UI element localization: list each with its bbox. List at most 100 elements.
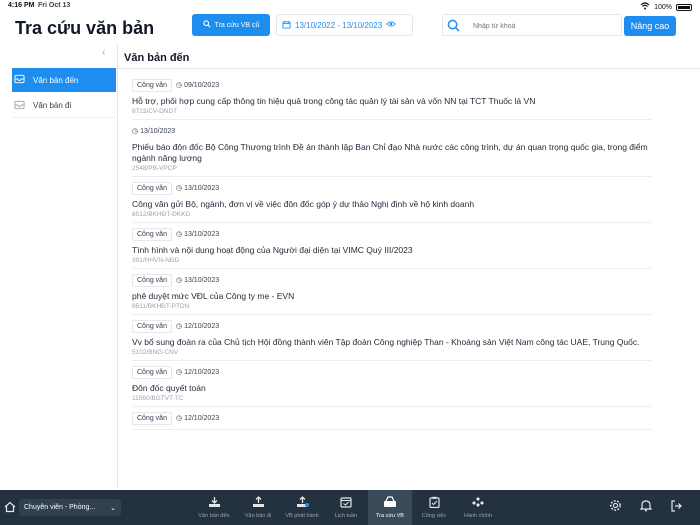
doc-type-badge: Công văn <box>132 181 172 195</box>
doc-date-value: 13/10/2023 <box>184 184 220 192</box>
main-content: Văn bản đến Công văn ◷ 09/10/2023 Hỗ trợ… <box>118 44 700 488</box>
publish-icon <box>296 496 309 510</box>
doc-code: 8511/BKHĐT-PTDN <box>132 303 190 310</box>
tab-label: Lịch tuần <box>334 513 358 519</box>
tab-administration[interactable]: Hành chính <box>456 490 500 525</box>
advanced-search-button[interactable]: Nâng cao <box>624 16 676 36</box>
tab-search-documents[interactable]: Tra cứu VB <box>368 490 412 525</box>
search-box[interactable] <box>442 14 622 36</box>
battery-percent: 100% <box>654 3 672 11</box>
tab-label: Công việc <box>421 513 447 519</box>
list-item[interactable]: Công văn ◷ 12/10/2023 Đôn đốc quyết toán… <box>132 365 652 407</box>
home-icon[interactable] <box>4 500 16 518</box>
section-title: Văn bản đến <box>124 52 190 64</box>
tab-label: VB phát hành <box>285 513 319 519</box>
doc-title: Vv bổ sung đoàn ra của Chủ tịch Hội đồng… <box>132 337 640 347</box>
old-search-button[interactable]: Tra cứu VB cũ <box>192 14 270 36</box>
tab-label: Văn bản đi <box>244 513 272 519</box>
tab-tasks[interactable]: Công việc <box>412 490 456 525</box>
doc-title: Phiếu báo đôn đốc Bộ Công Thương trình Đ… <box>132 142 648 163</box>
clock-icon: ◷ <box>175 415 183 422</box>
list-item[interactable]: Công văn ◷ 12/10/2023 <box>132 411 652 430</box>
doc-title: phê duyệt mức VĐL của Công ty mẹ - EVN <box>132 291 295 301</box>
clock-icon: ◷ <box>175 369 183 376</box>
clock-icon: ◷ <box>175 231 183 238</box>
doc-type-badge: Công văn <box>132 227 172 241</box>
clock-icon: ◷ <box>175 185 183 192</box>
tab-published[interactable]: VB phát hành <box>280 490 324 525</box>
tab-outgoing[interactable]: Văn bản đi <box>236 490 280 525</box>
page-title: Tra cứu văn bản <box>15 18 155 38</box>
doc-date: ◷ 12/10/2023 <box>175 322 219 331</box>
collapse-chevron-icon[interactable]: ‹ <box>102 47 105 58</box>
outbox-tray-icon <box>252 496 265 510</box>
logout-icon[interactable] <box>670 499 682 517</box>
tab-weekly-calendar[interactable]: Lịch tuần <box>324 490 368 525</box>
list-item[interactable]: Công văn ◷ 13/10/2023 phê duyệt mức VĐL … <box>132 273 652 315</box>
sidebar-item-outgoing[interactable]: Văn bản đi <box>12 94 116 118</box>
list-item[interactable]: Công văn ◷ 13/10/2023 Tình hình và nội d… <box>132 227 652 269</box>
calendar-icon <box>340 496 352 510</box>
gear-icon[interactable] <box>609 499 622 517</box>
list-item[interactable]: Công văn ◷ 13/10/2023 Công văn gửi Bộ, n… <box>132 181 652 223</box>
old-search-label: Tra cứu VB cũ <box>214 21 260 29</box>
clock-icon: ◷ <box>175 323 183 330</box>
doc-title: Đôn đốc quyết toán <box>132 383 206 393</box>
sidebar: ‹ Văn bản đến Văn bản đi <box>0 44 118 488</box>
status-right: 100% <box>640 2 692 12</box>
bottom-bar: Chuyên viên - Phòng... ⌄ Văn bản đến Văn… <box>0 490 700 525</box>
sidebar-item-label: Văn bản đến <box>33 75 79 85</box>
doc-date: ◷ 13/10/2023 <box>175 276 220 285</box>
doc-type-badge: Công văn <box>132 319 172 333</box>
doc-type-badge: Công văn <box>132 411 172 425</box>
list-item[interactable]: Công văn ◷ 12/10/2023 Vv bổ sung đoàn ra… <box>132 319 652 361</box>
tab-label: Tra cứu VB <box>376 513 404 519</box>
sidebar-item-label: Văn bản đi <box>33 101 72 110</box>
tab-incoming[interactable]: Văn bản đến <box>192 490 236 525</box>
bottom-tabs: Văn bản đến Văn bản đi VB phát hành Lịch… <box>192 490 500 525</box>
doc-date-value: 09/10/2023 <box>184 81 220 89</box>
search-input[interactable] <box>473 19 613 33</box>
battery-icon <box>676 3 692 11</box>
header: Tra cứu văn bản Tra cứu VB cũ 13/10/2022… <box>0 12 700 42</box>
doc-date: ◷ 13/10/2023 <box>175 184 220 193</box>
admin-icon <box>472 496 484 510</box>
doc-title: Tình hình và nội dung hoạt động của Ngườ… <box>132 245 413 255</box>
clock-icon: ◷ <box>175 82 183 89</box>
clipboard-icon <box>428 496 440 510</box>
list-item[interactable]: ◷ 13/10/2023 Phiếu báo đôn đốc Bộ Công T… <box>132 124 652 177</box>
bell-icon[interactable] <box>639 499 653 517</box>
doc-date: ◷ 12/10/2023 <box>175 368 219 377</box>
doc-date-value: 13/10/2023 <box>140 127 176 135</box>
search-icon <box>202 20 211 30</box>
doc-title: Hỗ trợ, phối hợp cung cấp thông tin hiệu… <box>132 96 536 106</box>
doc-date: ◷ 13/10/2023 <box>175 230 220 239</box>
status-time: 4:16 PM <box>8 2 35 9</box>
inbox-tray-icon <box>208 496 221 510</box>
doc-type-badge: Công văn <box>132 273 172 287</box>
date-range-value: 13/10/2022 - 13/10/2023 <box>295 20 383 30</box>
doc-code: 8512/BKHĐT-ĐKKD <box>132 211 191 218</box>
sidebar-item-incoming[interactable]: Văn bản đến <box>12 68 116 92</box>
role-select[interactable]: Chuyên viên - Phòng... ⌄ <box>19 499 121 516</box>
doc-code: 11560/BGTVT-TC <box>132 395 184 402</box>
doc-type-badge: Công văn <box>132 365 172 379</box>
chevron-down-icon: ⌄ <box>110 504 116 512</box>
doc-code: 2548/PB-VPCP <box>132 165 177 172</box>
doc-date-value: 13/10/2023 <box>184 276 220 284</box>
divider <box>118 68 700 69</box>
doc-code: 8723/CV-DNDT <box>132 108 178 115</box>
eye-icon[interactable] <box>386 20 396 30</box>
doc-date-value: 12/10/2023 <box>184 414 220 422</box>
date-range-picker[interactable]: 13/10/2022 - 13/10/2023 <box>276 14 413 36</box>
tab-label: Hành chính <box>463 513 493 519</box>
clock-icon: ◷ <box>175 277 183 284</box>
list-item[interactable]: Công văn ◷ 09/10/2023 Hỗ trợ, phối hợp c… <box>132 78 652 120</box>
doc-date-value: 13/10/2023 <box>184 230 220 238</box>
doc-code: 5102/BNG-CNV <box>132 349 179 356</box>
doc-date: ◷ 12/10/2023 <box>175 414 220 423</box>
bottom-actions <box>609 499 682 517</box>
doc-code: 391/HHVN-NĐD <box>132 257 180 264</box>
outbox-icon <box>14 100 25 112</box>
role-value: Chuyên viên - Phòng... <box>24 504 96 511</box>
